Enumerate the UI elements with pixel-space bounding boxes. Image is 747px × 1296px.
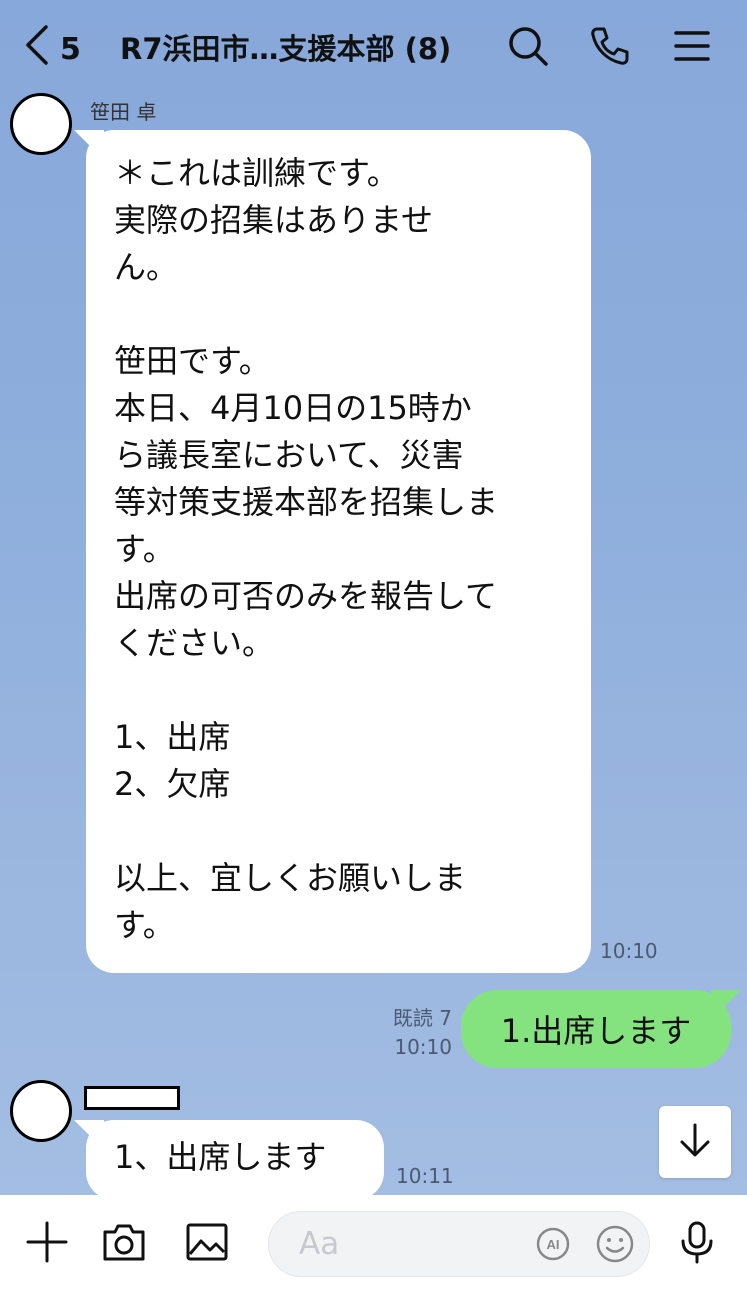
avatar[interactable]: [10, 93, 72, 155]
message-line: ください。: [114, 624, 275, 662]
chevron-left-icon: [24, 24, 50, 74]
search-icon[interactable]: [506, 24, 550, 68]
message-line: ＊これは訓練です。: [114, 154, 399, 192]
message-line: 出席の可否のみを報告して: [114, 577, 498, 615]
plus-icon[interactable]: [24, 1219, 70, 1265]
message-bubble-incoming[interactable]: 1、出席します: [86, 1120, 384, 1200]
message-time: 10:10: [394, 1035, 452, 1059]
message-bubble-incoming[interactable]: ＊これは訓練です。 実際の招集はありませ ん。笹田です。本日、4月10日の15時から…: [86, 130, 591, 973]
message-line: ん。: [114, 248, 179, 286]
message-line: 笹田です。: [114, 342, 271, 380]
message-time: 10:10: [600, 939, 658, 963]
avatar[interactable]: [10, 1080, 72, 1142]
read-receipt: 既読 7 10:10: [384, 1004, 452, 1062]
message-line: 1、出席: [114, 718, 231, 756]
phone-icon[interactable]: [588, 24, 632, 68]
message-time: 10:11: [396, 1164, 454, 1188]
camera-icon[interactable]: [101, 1219, 147, 1265]
message-text: ＊これは訓練です。 実際の招集はありませ ん。笹田です。本日、4月10日の15時から…: [114, 150, 563, 949]
chat-title[interactable]: R7浜田市…支援本部 (8): [120, 26, 480, 68]
back-button[interactable]: 5: [24, 24, 81, 74]
message-line: 本日、4月10日の15時か: [114, 389, 472, 427]
ai-icon[interactable]: AI: [535, 1226, 571, 1262]
scroll-to-bottom-button[interactable]: [659, 1106, 731, 1178]
message-line: ら議長室において、災害: [114, 436, 464, 474]
message-line: [114, 808, 563, 855]
sender-name-redacted: [84, 1086, 180, 1110]
message-input[interactable]: Aa AI: [268, 1211, 650, 1277]
read-count: 既読 7: [392, 1006, 452, 1030]
message-line: [114, 291, 563, 338]
message-line: [114, 667, 563, 714]
emoji-icon[interactable]: [595, 1224, 635, 1264]
message-composer: Aa AI: [0, 1195, 747, 1296]
message-line: す。: [114, 906, 175, 944]
message-line: す。: [114, 530, 175, 568]
chat-header: 5 R7浜田市…支援本部 (8): [0, 0, 747, 94]
message-bubble-outgoing[interactable]: 1.出席します: [461, 990, 731, 1068]
message-text: 1、出席します: [114, 1138, 327, 1176]
message-line: 等対策支援本部を招集しま: [114, 483, 499, 521]
message-line: 2、欠席: [114, 765, 231, 803]
image-icon[interactable]: [184, 1219, 230, 1265]
message-text: 1.出席します: [500, 1012, 692, 1050]
unread-count: 5: [60, 31, 81, 67]
arrow-down-icon: [675, 1120, 715, 1164]
ai-icon-label: AI: [547, 1237, 560, 1252]
sender-name: 笹田 卓: [90, 100, 157, 124]
message-input-placeholder: Aa: [299, 1226, 340, 1262]
message-line: 実際の招集はありませ: [114, 201, 434, 239]
message-line: 以上、宜しくお願いしま: [114, 859, 467, 897]
microphone-icon[interactable]: [674, 1219, 720, 1265]
menu-icon[interactable]: [670, 24, 714, 68]
